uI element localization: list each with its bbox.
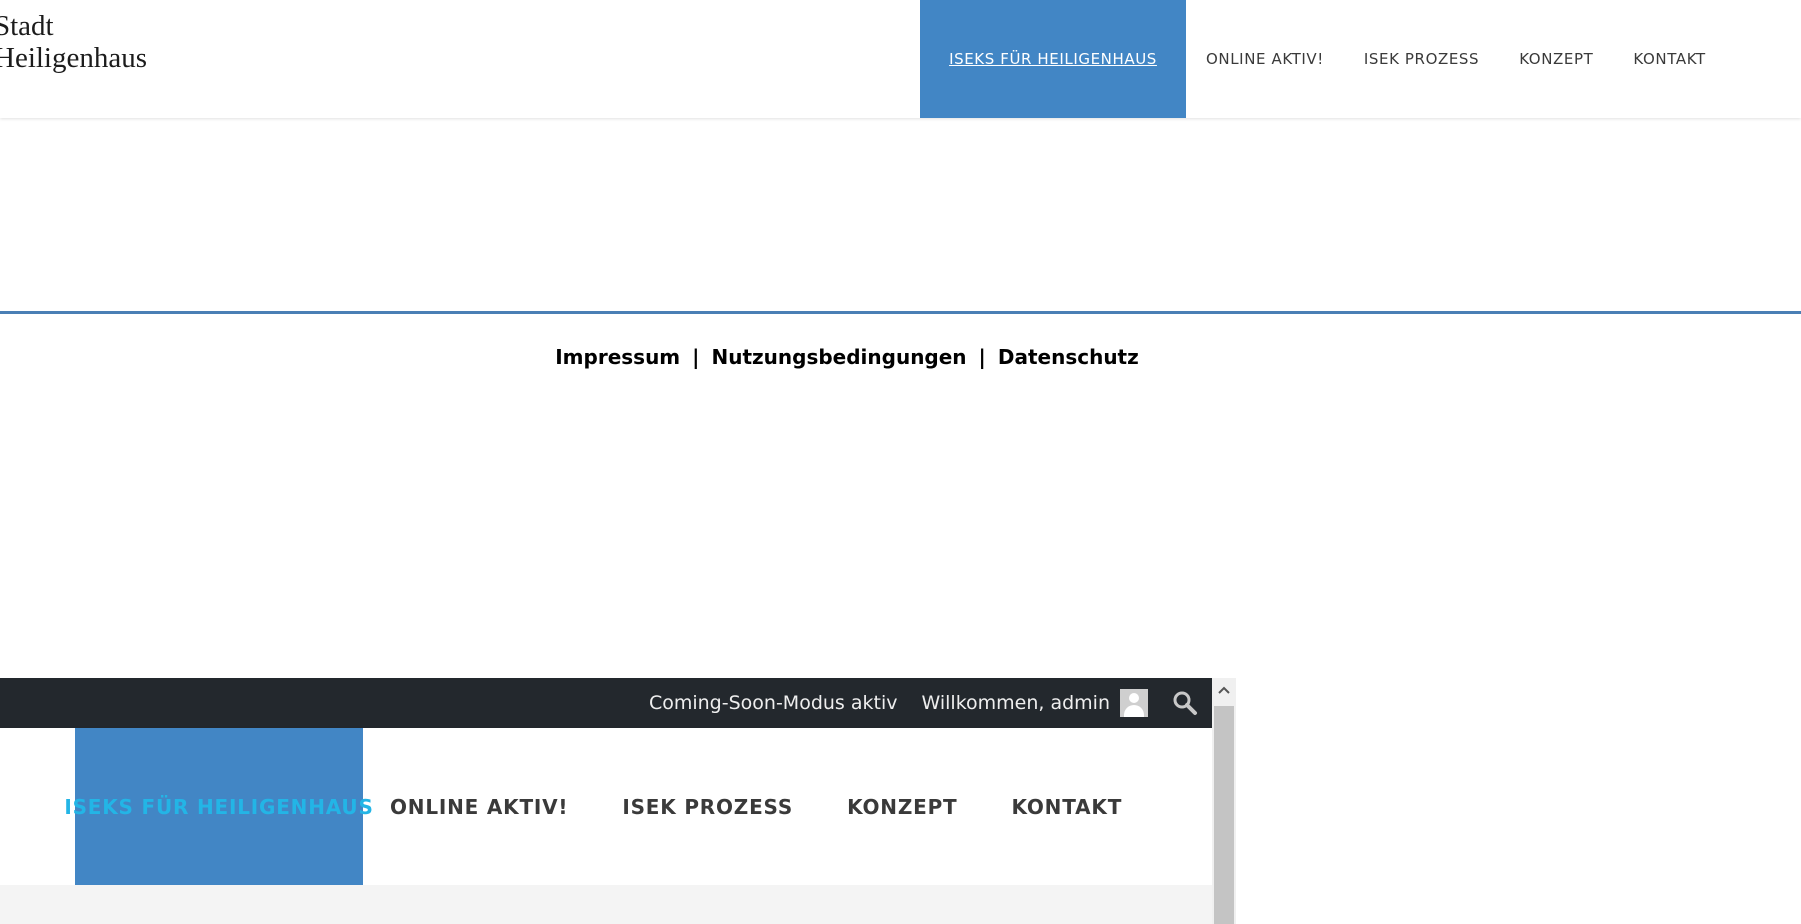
footer-separator: | bbox=[978, 345, 986, 369]
footer-divider bbox=[0, 311, 1801, 314]
user-avatar-icon bbox=[1120, 689, 1148, 717]
footer-link-impressum[interactable]: Impressum bbox=[555, 345, 680, 369]
preview-nav-item-kontakt[interactable]: KONTAKT bbox=[984, 728, 1149, 885]
account-menu[interactable]: Willkommen, admin bbox=[921, 689, 1148, 717]
nav-item-iseks[interactable]: ISEKS FÜR HEILIGENHAUS bbox=[920, 0, 1186, 118]
admin-bar: Coming-Soon-Modus aktiv Willkommen, admi… bbox=[0, 678, 1212, 728]
nav-item-online-aktiv[interactable]: ONLINE AKTIV! bbox=[1186, 0, 1344, 118]
preview-nav-item-iseks[interactable]: ISEKS FÜR HEILIGENHAUS bbox=[64, 728, 373, 885]
footer-link-nutzungsbedingungen[interactable]: Nutzungsbedingungen bbox=[711, 345, 966, 369]
preview-nav-item-isek-prozess[interactable]: ISEK PROZESS bbox=[595, 728, 820, 885]
coming-soon-label: Coming-Soon-Modus aktiv bbox=[648, 692, 898, 714]
coming-soon-status[interactable]: Coming-Soon-Modus aktiv bbox=[649, 692, 898, 714]
preview-content-area bbox=[0, 885, 1212, 924]
scroll-thumb[interactable] bbox=[1214, 706, 1234, 924]
footer-link-datenschutz[interactable]: Datenschutz bbox=[998, 345, 1139, 369]
preview-frame: Coming-Soon-Modus aktiv Willkommen, admi… bbox=[0, 678, 1212, 924]
site-logo[interactable]: Stadt Heiligenhaus bbox=[0, 10, 147, 74]
logo-line-1: Stadt bbox=[0, 10, 54, 42]
footer-links: Impressum | Nutzungsbedingungen | Datenschut… bbox=[0, 345, 1694, 369]
preview-nav-item-konzept[interactable]: KONZEPT bbox=[820, 728, 984, 885]
scroll-up-arrow-icon bbox=[1218, 686, 1230, 694]
footer-separator: | bbox=[692, 345, 700, 369]
logo-line-2: Heiligenhaus bbox=[0, 42, 148, 74]
search-icon[interactable] bbox=[1172, 690, 1198, 716]
nav-item-konzept[interactable]: KONZEPT bbox=[1499, 0, 1613, 118]
scroll-up-button[interactable] bbox=[1212, 678, 1236, 702]
site-header: Stadt Heiligenhaus ISEKS FÜR HEILIGENHAU… bbox=[0, 0, 1801, 118]
main-nav: ISEKS FÜR HEILIGENHAUS ONLINE AKTIV! ISE… bbox=[920, 0, 1726, 118]
nav-item-isek-prozess[interactable]: ISEK PROZESS bbox=[1344, 0, 1499, 118]
preview-nav-item-online-aktiv[interactable]: ONLINE AKTIV! bbox=[363, 728, 595, 885]
nav-item-kontakt[interactable]: KONTAKT bbox=[1613, 0, 1725, 118]
preview-scrollbar[interactable] bbox=[1212, 678, 1236, 924]
preview-nav: ISEKS FÜR HEILIGENHAUS ONLINE AKTIV! ISE… bbox=[0, 728, 1212, 885]
welcome-label: Willkommen, admin bbox=[921, 692, 1110, 714]
